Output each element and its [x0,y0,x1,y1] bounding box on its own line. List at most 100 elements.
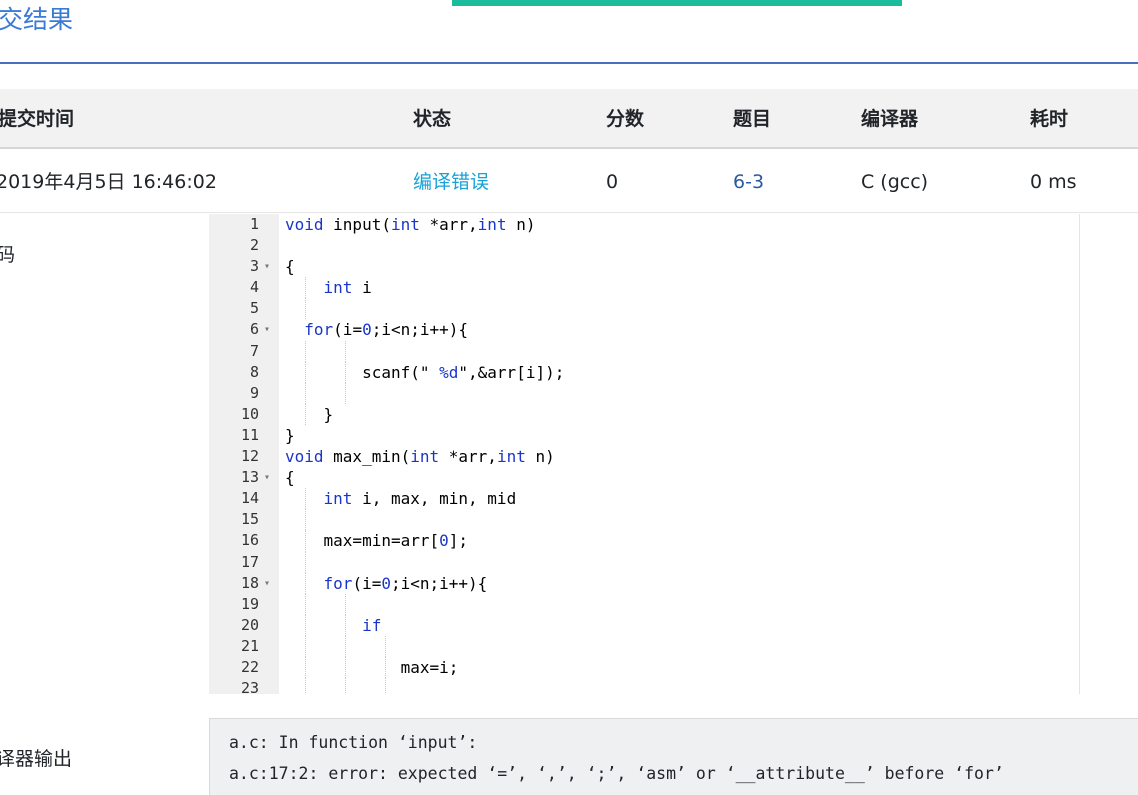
line-number: 11 [240,425,259,444]
code-editor[interactable]: 1 void input(int *arr,int n) 2 3 ▾{4 int i56… [209,214,1080,694]
compiler-output-box: a.c: In function ‘input’: a.c:17:2: erro… [209,718,1138,795]
code-line: 9 [209,382,1079,404]
problem-link[interactable]: 6-3 [733,149,764,212]
indent-guide [345,635,346,657]
code-text: } [285,404,334,424]
code-line: 13 ▾ { [209,467,1079,488]
compiler-output-line: a.c: In function ‘input’: [229,733,478,752]
code-line: 18 ▾ for(i=0;i<n;i++){ [209,572,1079,594]
code-text: if [362,615,382,635]
code-text: for(i=0;i<n;i++){ [304,320,469,340]
code-section-label: 码 [0,244,16,266]
code-line: 22 max=i; [209,656,1079,679]
indent-guide [305,382,306,404]
code-line: 10 } [209,403,1079,425]
fold-toggle-icon[interactable]: ▾ [264,256,274,277]
submission-result-page: 交结果 提交时间 状态 分数 题目 编译器 耗时 2019年4月5日 16:46… [0,0,1138,795]
line-number: 2 [249,236,259,255]
indent-guide [385,635,386,657]
line-number: 19 [240,594,259,613]
code-line: 3 ▾ { [209,256,1079,277]
code-line: 7 [209,340,1079,362]
header-compiler: 编译器 [861,108,919,130]
code-line: 4 int i [209,277,1079,299]
header-problem: 题目 [733,108,772,130]
line-number: 1 [249,215,259,233]
status-badge[interactable]: 编译错误 [413,149,489,212]
indent-guide [385,678,386,694]
table-row: 2019年4月5日 16:46:02 编译错误 0 6-3 C (gcc) 0 … [0,149,1138,213]
code-text: scanf(" %d",&arr[i]); [285,362,565,382]
code-line: 2 [209,235,1079,256]
code-text: void input(int *arr,int n) [285,215,536,234]
code-text: max=min=arr[0]; [285,531,469,551]
line-number: 5 [249,299,259,318]
indent-guide [305,298,306,320]
header-score: 分数 [606,108,645,130]
code-text: max=i; [285,657,459,677]
header-status: 状态 [413,108,452,130]
code-text: int i, max, min, mid [323,489,517,509]
code-line: 12 void max_min(int *arr,int n) [209,446,1079,467]
indent-guide [305,678,306,694]
line-number: 14 [240,489,259,508]
line-number: 15 [240,510,259,529]
code-text: } [285,425,295,445]
line-number: 13 [240,468,259,487]
cell-submit-time: 2019年4月5日 16:46:02 [0,171,217,193]
code-line: 11} [209,425,1079,446]
code-text: for(i=0;i<n;i++){ [323,573,488,593]
indent-guide [345,382,346,404]
code-text: { [285,468,295,488]
line-number: 22 [240,657,259,676]
line-number: 18 [240,573,259,592]
compiler-output-line: a.c:17:2: error: expected ‘=’, ‘,’, ‘;’,… [229,764,1004,783]
code-line: 8 scanf(" %d",&arr[i]); [209,361,1079,383]
cell-compiler: C (gcc) [861,171,929,193]
indent-guide [345,340,346,362]
indent-guide [305,593,306,615]
compiler-output-label: 译器输出 [0,748,73,770]
fold-toggle-icon[interactable]: ▾ [264,319,274,340]
line-number: 4 [249,278,259,297]
code-line: 1 void input(int *arr,int n) [209,214,1079,235]
code-line: 6 ▾ for(i=0;i<n;i++){ [209,319,1079,340]
code-text: { [285,257,295,277]
code-line: 21 [209,635,1079,657]
result-table-header: 提交时间 状态 分数 题目 编译器 耗时 [0,89,1138,149]
progress-bar [452,0,902,6]
cell-score: 0 [606,171,619,193]
line-number: 3 [249,257,259,276]
page-title: 交结果 [0,5,74,34]
line-number: 20 [240,615,259,634]
line-number: 9 [249,383,259,402]
fold-toggle-icon[interactable]: ▾ [264,467,274,488]
line-number: 21 [240,636,259,655]
line-number: 8 [249,362,259,381]
line-number: 10 [240,404,259,423]
indent-guide [345,678,346,694]
line-number: 7 [249,341,259,360]
indent-guide [305,551,306,573]
code-line: 20 if [209,614,1079,636]
code-line: 14 int i, max, min, mid [209,488,1079,510]
indent-guide [305,635,306,657]
line-number: 23 [240,679,259,694]
line-number: 6 [249,320,259,339]
cell-time-cost: 0 ms [1030,171,1077,193]
line-number: 12 [240,447,259,466]
code-line: 5 [209,298,1079,320]
code-lines: 1 void input(int *arr,int n) 2 3 ▾{4 int i56… [209,214,1079,694]
header-time-cost: 耗时 [1030,108,1069,130]
code-line: 23 [209,678,1079,694]
code-line: 15 [209,509,1079,531]
fold-toggle-icon[interactable]: ▾ [264,573,274,594]
indent-guide [345,593,346,615]
line-number: 16 [240,531,259,550]
code-line: 19 [209,593,1079,615]
indent-guide [305,509,306,531]
line-number: 17 [240,552,259,571]
code-line: 16 max=min=arr[0]; [209,530,1079,552]
code-line: 17 [209,551,1079,573]
code-text: void max_min(int *arr,int n) [285,447,555,467]
